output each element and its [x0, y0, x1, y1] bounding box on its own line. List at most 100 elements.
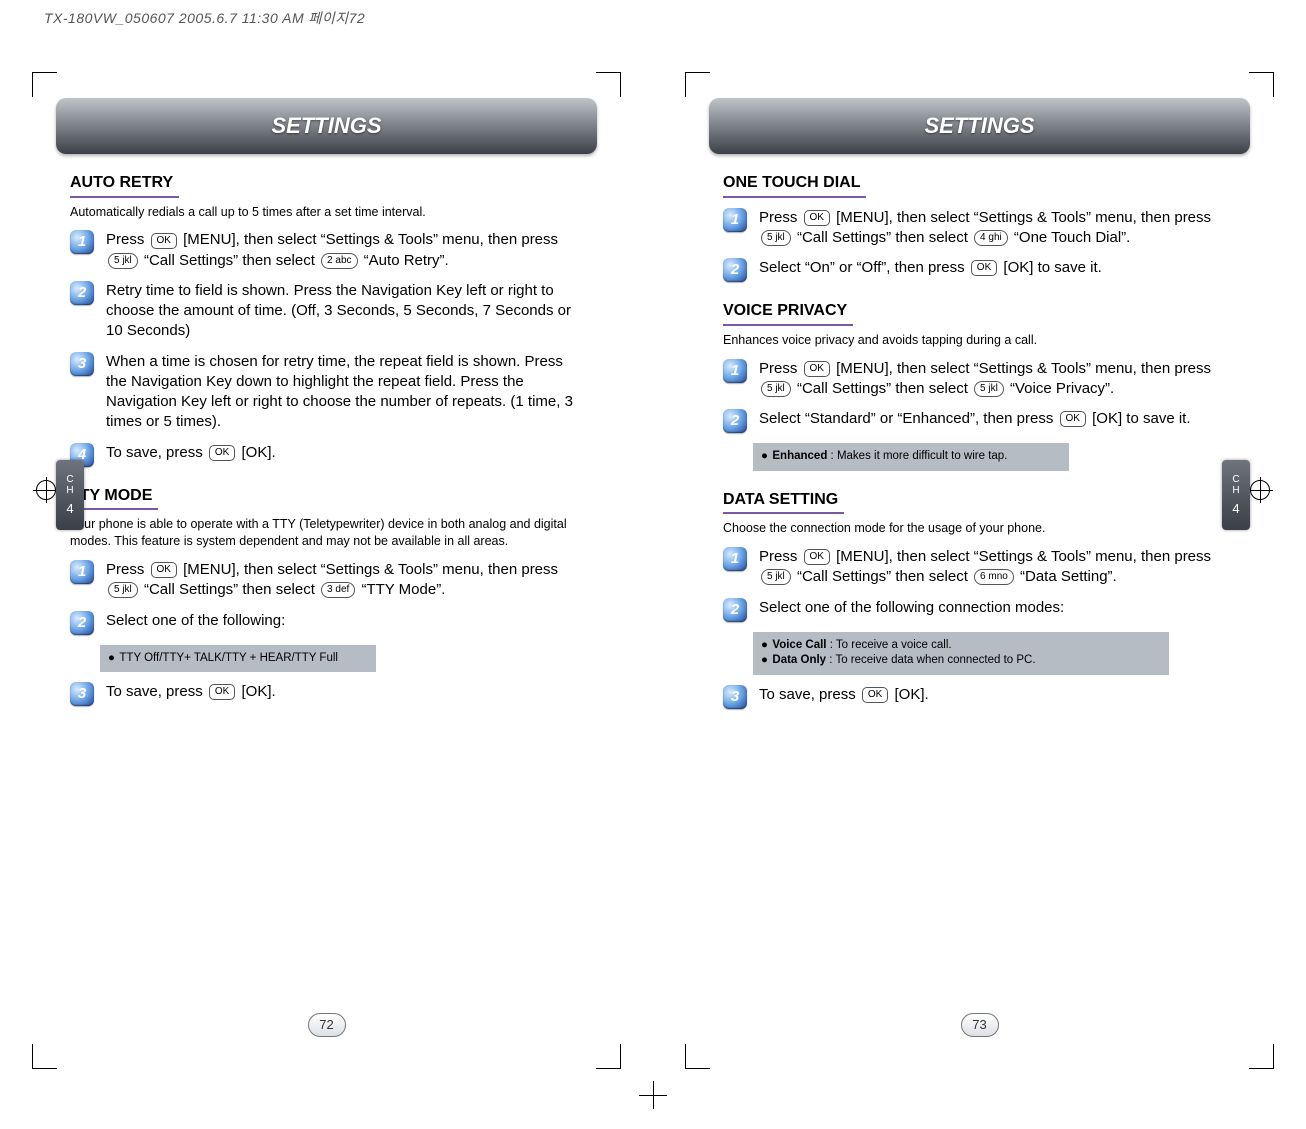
step-badge-icon: 1: [723, 208, 747, 232]
ok-key-icon: OK: [971, 260, 997, 276]
step-badge-icon: 1: [723, 547, 747, 571]
step: 3 To save, press OK [OK].: [70, 682, 583, 706]
step-badge-icon: 1: [723, 359, 747, 383]
right-page: SETTINGS C H 4 ONE TOUCH DIAL 1 Press OK…: [653, 40, 1306, 1129]
step: 3 To save, press OK [OK].: [723, 685, 1236, 709]
section-title-data-setting: DATA SETTING: [723, 489, 1236, 515]
step-text: Select one of the following connection m…: [751, 598, 1236, 618]
page-banner: SETTINGS: [709, 98, 1250, 154]
ok-key-icon: OK: [804, 210, 830, 226]
step-badge-icon: 2: [723, 598, 747, 622]
step: 2 Select “Standard” or “Enhanced”, then …: [723, 409, 1236, 433]
step: 2 Retry time to field is shown. Press th…: [70, 281, 583, 342]
crop-mark-icon: [685, 1044, 710, 1069]
chapter-number: 4: [1232, 502, 1239, 516]
step: 4 To save, press OK [OK].: [70, 443, 583, 467]
crop-mark-icon: [596, 1044, 621, 1069]
page-number: 72: [308, 1013, 346, 1037]
left-content: AUTO RETRY Automatically redials a call …: [70, 172, 583, 706]
bullet-icon: ●: [108, 651, 113, 667]
ok-key-icon: OK: [804, 361, 830, 377]
step: 2 Select one of the following connection…: [723, 598, 1236, 622]
info-label: Data Only: [772, 654, 826, 666]
num-key-icon: 3 def: [321, 582, 355, 598]
ok-key-icon: OK: [209, 445, 235, 461]
right-content: ONE TOUCH DIAL 1 Press OK [MENU], then s…: [723, 172, 1236, 709]
step-badge-icon: 3: [70, 352, 94, 376]
document-sheet: TX-180VW_050607 2005.6.7 11:30 AM 페이지72 …: [0, 0, 1306, 1129]
step-badge-icon: 3: [723, 685, 747, 709]
section-intro: Automatically redials a call up to 5 tim…: [70, 204, 583, 221]
info-label: Enhanced: [772, 450, 827, 462]
step-badge-icon: 1: [70, 560, 94, 584]
step-badge-icon: 2: [723, 258, 747, 282]
num-key-icon: 2 abc: [321, 253, 357, 269]
step-text: Press OK [MENU], then select “Settings &…: [751, 208, 1236, 249]
step-text: Select one of the following:: [98, 611, 583, 631]
chapter-label: C H: [66, 474, 73, 496]
step-text: To save, press OK [OK].: [751, 685, 1236, 705]
banner-title: SETTINGS: [56, 98, 597, 154]
section-intro: Choose the connection mode for the usage…: [723, 520, 1236, 537]
section-title-auto-retry: AUTO RETRY: [70, 172, 583, 198]
step-badge-icon: 2: [70, 281, 94, 305]
step: 1 Press OK [MENU], then select “Settings…: [70, 560, 583, 601]
num-key-icon: 5 jkl: [108, 582, 138, 598]
page-spread: SETTINGS C H 4 AUTO RETRY Automatically …: [0, 40, 1306, 1129]
crop-mark-icon: [596, 72, 621, 97]
chapter-number: 4: [66, 502, 73, 516]
info-box: ● TTY Off/TTY+ TALK/TTY + HEAR/TTY Full: [100, 645, 376, 673]
chapter-tab: C H 4: [56, 460, 84, 530]
num-key-icon: 5 jkl: [761, 569, 791, 585]
step: 3 When a time is chosen for retry time, …: [70, 352, 583, 433]
section-title-one-touch: ONE TOUCH DIAL: [723, 172, 1236, 198]
step-text: Press OK [MENU], then select “Settings &…: [98, 230, 583, 271]
step-text: When a time is chosen for retry time, th…: [98, 352, 583, 433]
step-text: Press OK [MENU], then select “Settings &…: [751, 359, 1236, 400]
step-text: Select “On” or “Off”, then press OK [OK]…: [751, 258, 1236, 278]
step: 1 Press OK [MENU], then select “Settings…: [723, 208, 1236, 249]
step-text: Retry time to field is shown. Press the …: [98, 281, 583, 342]
bullet-icon: ●: [761, 638, 766, 654]
section-title-voice-privacy: VOICE PRIVACY: [723, 300, 1236, 326]
ok-key-icon: OK: [862, 687, 888, 703]
step-text: To save, press OK [OK].: [98, 443, 583, 463]
crop-mark-icon: [32, 1044, 57, 1069]
ok-key-icon: OK: [151, 562, 177, 578]
ok-key-icon: OK: [209, 684, 235, 700]
bullet-icon: ●: [761, 653, 766, 669]
step-text: Press OK [MENU], then select “Settings &…: [751, 547, 1236, 588]
step-badge-icon: 2: [723, 409, 747, 433]
step-text: To save, press OK [OK].: [98, 682, 583, 702]
page-banner: SETTINGS: [56, 98, 597, 154]
step: 1 Press OK [MENU], then select “Settings…: [70, 230, 583, 271]
section-title-tty: TTY MODE: [70, 485, 583, 511]
num-key-icon: 5 jkl: [974, 381, 1004, 397]
crop-mark-icon: [1249, 1044, 1274, 1069]
running-header: TX-180VW_050607 2005.6.7 11:30 AM 페이지72: [44, 8, 365, 28]
info-box: ● Voice Call : To receive a voice call. …: [753, 632, 1169, 675]
crop-mark-icon: [685, 72, 710, 97]
num-key-icon: 5 jkl: [108, 253, 138, 269]
chapter-label: C H: [1232, 474, 1239, 496]
info-box: ● Enhanced : Makes it more difficult to …: [753, 443, 1069, 471]
banner-title: SETTINGS: [709, 98, 1250, 154]
left-page: SETTINGS C H 4 AUTO RETRY Automatically …: [0, 40, 653, 1129]
ok-key-icon: OK: [151, 233, 177, 249]
ok-key-icon: OK: [804, 549, 830, 565]
crop-mark-icon: [1249, 72, 1274, 97]
step-badge-icon: 2: [70, 611, 94, 635]
num-key-icon: 5 jkl: [761, 230, 791, 246]
chapter-tab: C H 4: [1222, 460, 1250, 530]
step-badge-icon: 1: [70, 230, 94, 254]
step: 2 Select “On” or “Off”, then press OK [O…: [723, 258, 1236, 282]
step: 2 Select one of the following:: [70, 611, 583, 635]
step-text: Press OK [MENU], then select “Settings &…: [98, 560, 583, 601]
page-number: 73: [961, 1013, 999, 1037]
section-intro: Enhances voice privacy and avoids tappin…: [723, 332, 1236, 349]
section-intro: Your phone is able to operate with a TTY…: [70, 516, 583, 550]
num-key-icon: 4 ghi: [974, 230, 1008, 246]
step-badge-icon: 3: [70, 682, 94, 706]
step-text: Select “Standard” or “Enhanced”, then pr…: [751, 409, 1236, 429]
ok-key-icon: OK: [1060, 411, 1086, 427]
